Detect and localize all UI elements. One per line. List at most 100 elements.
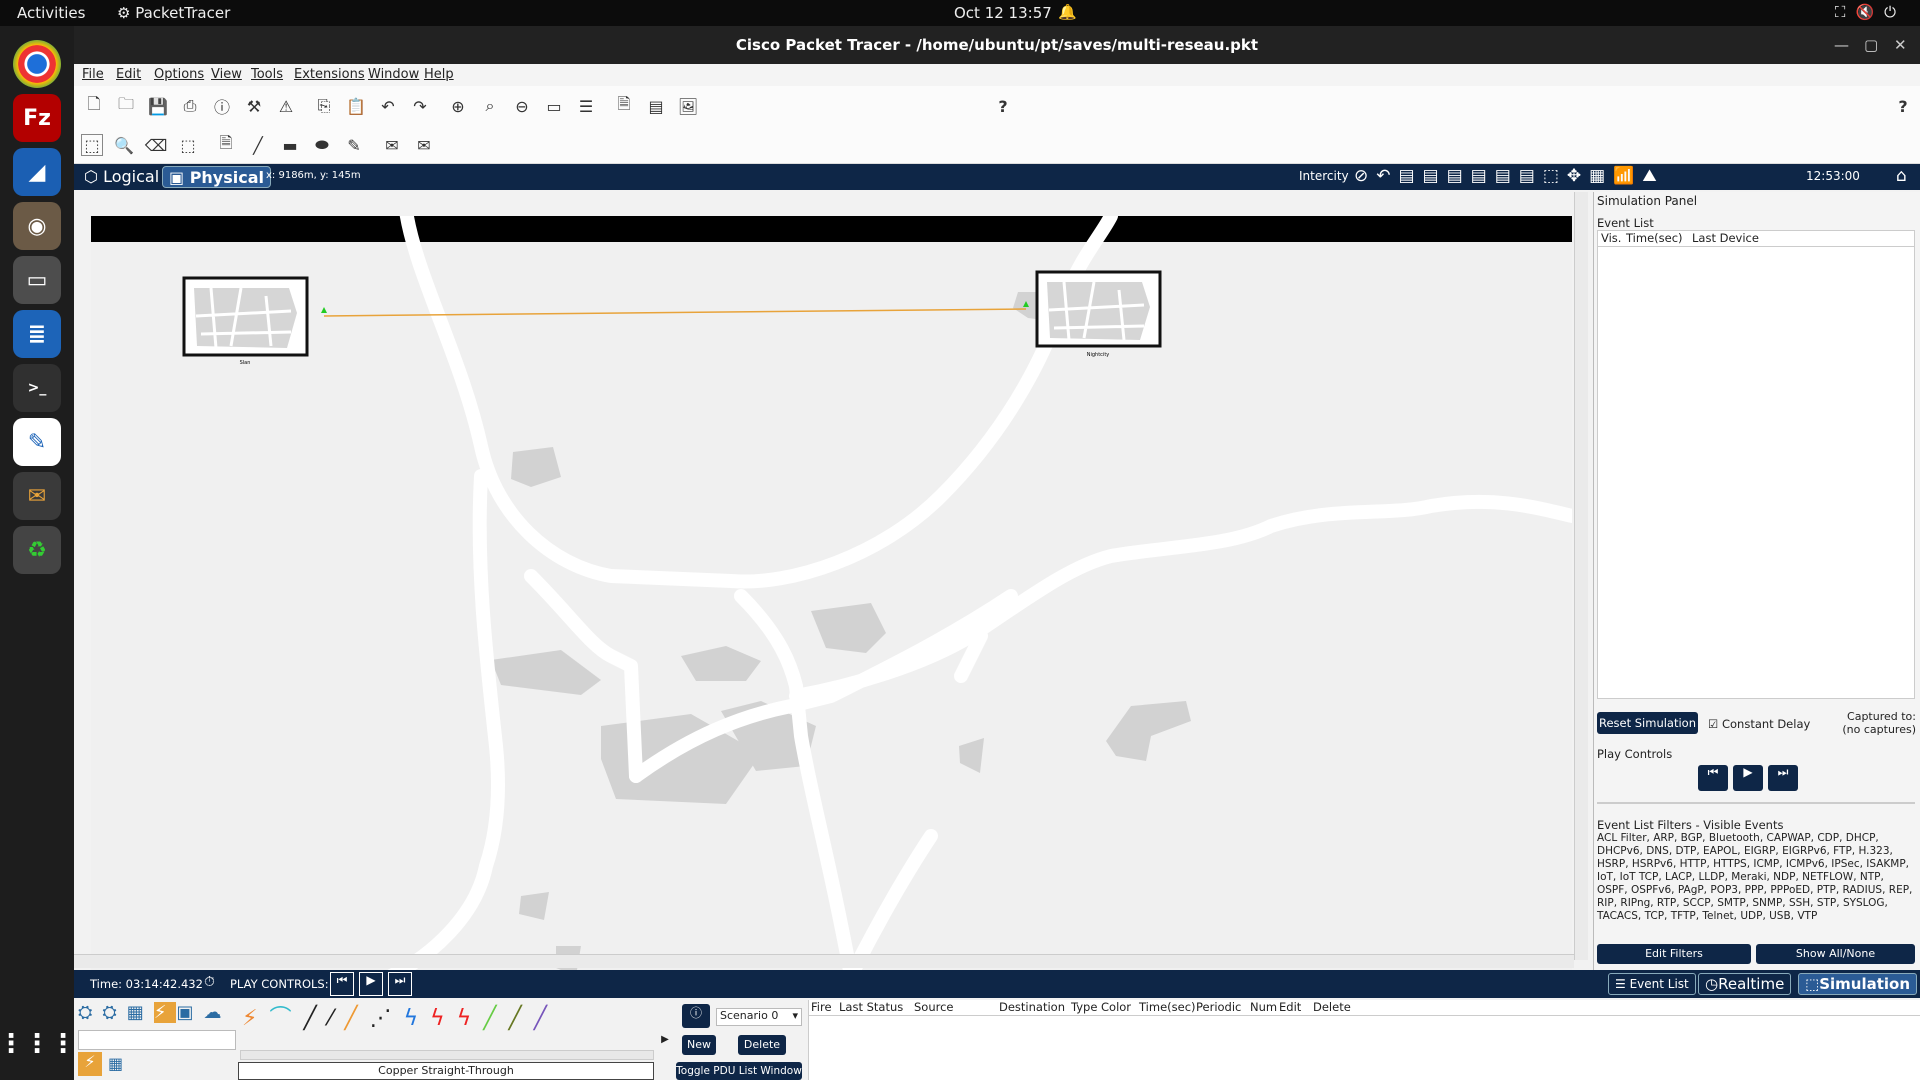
simple-pdu-icon[interactable]: ✉ <box>381 134 403 156</box>
apps-grid-icon[interactable]: ⋮⋮⋮ <box>0 1020 76 1068</box>
simulation-mode-button[interactable]: ⬚Simulation <box>1798 973 1918 995</box>
menu-view[interactable]: View <box>211 67 242 82</box>
note-icon[interactable]: 🗎 <box>215 133 237 156</box>
pdu-col-time[interactable]: Time(sec) <box>1139 1000 1196 1014</box>
cable-type-icons[interactable]: ⚡⌒╱⁄╱⋰ϟϟϟ╱╱╱ <box>242 1000 652 1034</box>
delete-scenario-button[interactable]: Delete <box>738 1035 786 1055</box>
resize-icon[interactable]: ⬚ <box>177 134 199 156</box>
bottom-play-icon[interactable]: ▶ <box>359 972 383 996</box>
back-icon[interactable]: ⏮ <box>1698 765 1728 791</box>
col-last-device[interactable]: Last Device <box>1692 231 1759 245</box>
new-scenario-button[interactable]: New <box>682 1035 716 1055</box>
terminal-icon[interactable]: >_ <box>13 364 61 412</box>
col-vis[interactable]: Vis. <box>1601 231 1621 245</box>
play-icon[interactable]: ▶ <box>1733 765 1763 791</box>
pdu-col-type[interactable]: Type <box>1071 1000 1097 1014</box>
pdu-col-num[interactable]: Num <box>1250 1000 1277 1014</box>
pdu-col-destination[interactable]: Destination <box>999 1000 1065 1014</box>
home-icon[interactable]: ⌂ <box>1896 166 1907 186</box>
open-file-icon[interactable]: 🗀 <box>115 94 137 117</box>
redo-icon[interactable]: ↷ <box>409 95 431 117</box>
zoom-out-icon[interactable]: ⊖ <box>511 95 533 117</box>
packet-tracer-icon[interactable]: ✉ <box>13 472 61 520</box>
scenario-select[interactable]: Scenario 0 ▾ <box>716 1008 802 1026</box>
menu-window[interactable]: Window <box>368 67 419 82</box>
forward-icon[interactable]: ⏭ <box>1768 765 1798 791</box>
collapse-arrow-icon[interactable]: ▶ <box>658 1000 672 1080</box>
event-list-table[interactable]: Vis. Time(sec) Last Device <box>1597 230 1915 699</box>
col-time[interactable]: Time(sec) <box>1626 231 1683 245</box>
network-info-icon[interactable]: ⚠ <box>275 95 297 117</box>
pdu-col-edit[interactable]: Edit <box>1279 1000 1301 1014</box>
clock[interactable]: Oct 12 13:57 <box>954 4 1052 22</box>
realtime-mode-button[interactable]: ◷Realtime <box>1698 973 1792 995</box>
new-file-icon[interactable]: 🗋 <box>83 94 105 117</box>
physical-view-button[interactable]: ▣ Physical <box>162 166 272 188</box>
pdu-col-periodic[interactable]: Periodic <box>1196 1000 1241 1014</box>
pdu-col-color[interactable]: Color <box>1101 1000 1131 1014</box>
system-tray[interactable]: ⛶🔇⏻ <box>1835 3 1906 21</box>
info-icon[interactable]: ⓘ <box>211 95 233 117</box>
bottom-forward-icon[interactable]: ⏭ <box>388 972 412 996</box>
inspect-icon[interactable]: 🔍 <box>113 134 135 156</box>
files-icon[interactable]: ▭ <box>13 256 61 304</box>
save-icon[interactable]: 💾 <box>147 95 169 117</box>
zoom-reset-icon[interactable]: ⌕ <box>479 95 501 117</box>
print-icon[interactable]: ⎙ <box>179 95 201 117</box>
paste-icon[interactable]: 📋 <box>345 95 367 117</box>
menu-file[interactable]: File <box>82 67 104 82</box>
device-category-icons[interactable]: ⛭⛭▦⚡▣☁ <box>78 1002 231 1023</box>
zoom-in-icon[interactable]: ⊕ <box>447 95 469 117</box>
pdu-col-delete[interactable]: Delete <box>1313 1000 1351 1014</box>
chrome-icon[interactable] <box>13 40 61 88</box>
image-icon[interactable]: 🖼 <box>677 95 699 117</box>
help-icon[interactable]: ? <box>992 95 1014 117</box>
activities-button[interactable]: Activities <box>17 4 85 22</box>
select-icon[interactable]: ⬚ <box>81 134 103 156</box>
connections-icon[interactable]: ⚡ <box>78 1052 102 1076</box>
drawing-palette-icon[interactable]: ▭ <box>543 95 565 117</box>
reset-simulation-button[interactable]: Reset Simulation <box>1597 712 1698 734</box>
help-icon-right[interactable]: ? <box>1892 95 1914 117</box>
text-editor-icon[interactable]: ✎ <box>13 418 61 466</box>
freeform-icon[interactable]: ✎ <box>343 134 365 156</box>
scenario-info-icon[interactable]: ⓘ <box>682 1004 710 1028</box>
edit-filters-button[interactable]: Edit Filters <box>1597 944 1751 964</box>
pdu-list-table[interactable]: Fire Last Status Source Destination Type… <box>808 1000 1920 1080</box>
custom-device-icon[interactable]: ☰ <box>575 95 597 117</box>
palette-scrollbar[interactable] <box>240 1050 654 1060</box>
copy-icon[interactable]: ⎘ <box>313 95 335 117</box>
trash-icon[interactable]: ♻ <box>13 526 61 574</box>
minimize-icon[interactable]: — <box>1834 26 1849 64</box>
gimp-icon[interactable]: ◉ <box>13 202 61 250</box>
filezilla-icon[interactable]: Fz <box>13 94 61 142</box>
delete-icon[interactable]: ⌫ <box>145 134 168 156</box>
pdu-col-last-status[interactable]: Last Status <box>839 1000 903 1014</box>
toggle-pdu-list-button[interactable]: Toggle PDU List Window <box>676 1062 802 1080</box>
wireshark-icon[interactable]: ◢ <box>13 148 61 196</box>
physical-tools-icons[interactable]: ⊘↶▤▤▤▤▤▤⬚✥▦📶⛰ <box>1354 166 1665 186</box>
app-menu[interactable]: ⚙ PacketTracer <box>117 4 230 22</box>
menu-extensions[interactable]: Extensions <box>294 67 365 82</box>
line-icon[interactable]: ╱ <box>247 134 269 156</box>
undo-icon[interactable]: ↶ <box>377 95 399 117</box>
ellipse-icon[interactable]: ⬬ <box>311 134 333 156</box>
event-list-toggle[interactable]: ☰ Event List <box>1608 973 1696 995</box>
pdu-col-source[interactable]: Source <box>914 1000 954 1014</box>
rectangle-icon[interactable]: ▬ <box>279 134 301 156</box>
menu-options[interactable]: Options <box>154 67 204 82</box>
device-search-input[interactable] <box>78 1030 236 1050</box>
wizard-icon[interactable]: ⚒ <box>243 95 265 117</box>
writer-icon[interactable]: ≣ <box>13 310 61 358</box>
menu-tools[interactable]: Tools <box>251 67 283 82</box>
notes-icon[interactable]: 🗎 <box>613 94 635 117</box>
complex-pdu-icon[interactable]: ✉ <box>413 134 435 156</box>
menu-help[interactable]: Help <box>424 67 454 82</box>
close-icon[interactable]: ✕ <box>1894 26 1907 64</box>
vertical-scrollbar[interactable] <box>1574 192 1588 960</box>
bottom-back-icon[interactable]: ⏮ <box>330 972 354 996</box>
show-all-none-button[interactable]: Show All/None <box>1756 944 1915 964</box>
maximize-icon[interactable]: ▢ <box>1864 26 1878 64</box>
menu-edit[interactable]: Edit <box>116 67 141 82</box>
city-map[interactable]: Slan Nightcity <box>91 216 1572 972</box>
